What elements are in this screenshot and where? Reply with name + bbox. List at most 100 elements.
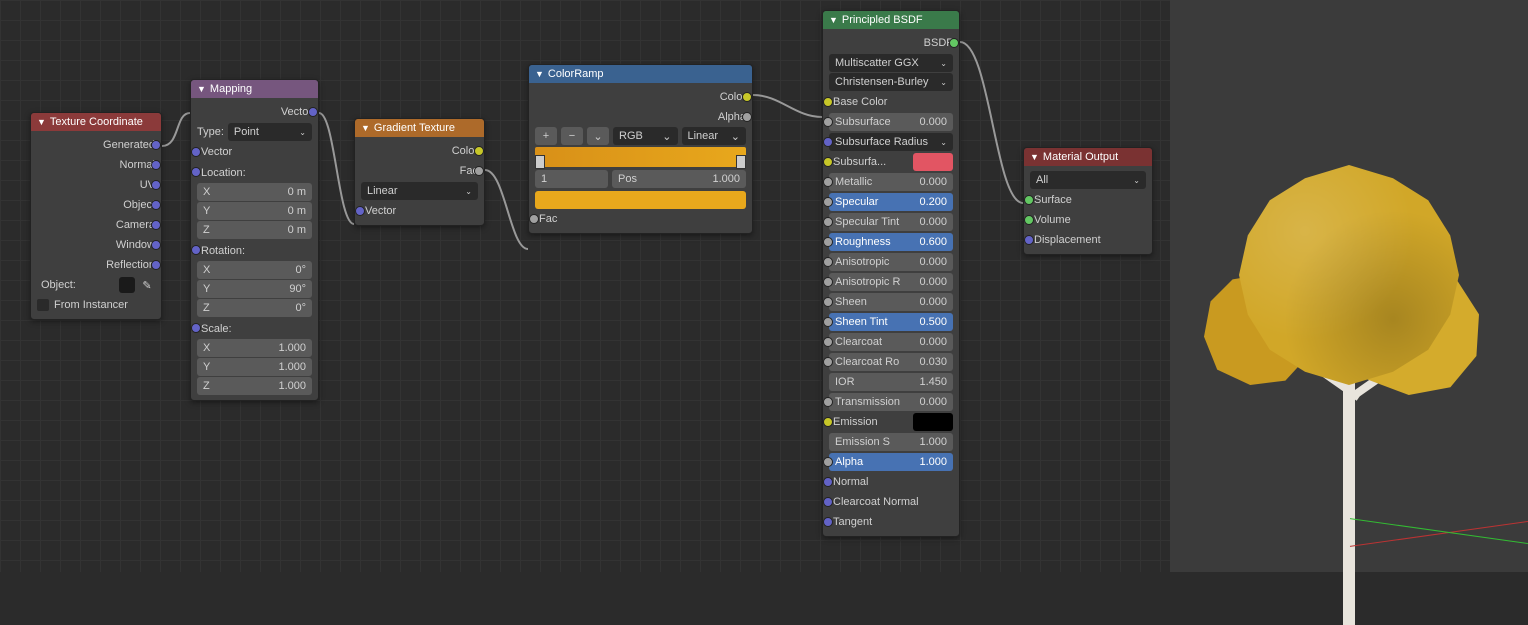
socket-out[interactable] [151, 180, 161, 190]
socket-in[interactable] [1024, 235, 1034, 245]
object-swatch[interactable] [119, 277, 135, 293]
from-instancer-row[interactable]: From Instancer [37, 295, 155, 315]
node-header[interactable]: ▼ Gradient Texture [355, 119, 484, 137]
socket-out[interactable] [949, 38, 959, 48]
socket-in[interactable] [823, 477, 833, 487]
socket-out[interactable] [151, 160, 161, 170]
sss-method-dropdown[interactable]: Christensen-Burley⌄ [829, 73, 953, 91]
socket-in[interactable] [823, 137, 833, 147]
stop-menu-button[interactable]: ⌄ [587, 127, 609, 145]
socket-out[interactable] [151, 220, 161, 230]
socket-in[interactable] [823, 457, 833, 467]
param-field[interactable]: Anisotropic R0.000 [829, 273, 953, 291]
socket-in[interactable] [823, 257, 833, 267]
socket-in[interactable] [823, 217, 833, 227]
socket-in[interactable] [1024, 215, 1034, 225]
eyedropper-icon[interactable]: ✎ [139, 279, 155, 292]
collapse-icon[interactable]: ▼ [1030, 152, 1039, 162]
param-field[interactable]: Sheen Tint0.500 [829, 313, 953, 331]
scale-z-field[interactable]: Z1.000 [197, 377, 312, 395]
node-principled-bsdf[interactable]: ▼ Principled BSDF BSDF Multiscatter GGX⌄… [822, 10, 960, 537]
param-field[interactable]: Clearcoat0.000 [829, 333, 953, 351]
socket-out[interactable] [474, 166, 484, 176]
socket-out[interactable] [151, 140, 161, 150]
scale-x-field[interactable]: X1.000 [197, 339, 312, 357]
stop-index-field[interactable]: 1 [535, 170, 608, 188]
gradient-mode-dropdown[interactable]: Linear⌄ [361, 182, 478, 200]
collapse-icon[interactable]: ▼ [829, 15, 838, 25]
socket-in[interactable] [823, 497, 833, 507]
socket-in[interactable] [1024, 195, 1034, 205]
remove-stop-button[interactable]: − [561, 127, 583, 145]
loc-y-field[interactable]: Y0 m [197, 202, 312, 220]
node-header[interactable]: ▼ Texture Coordinate [31, 113, 161, 131]
param-field[interactable]: Subsurface0.000 [829, 113, 953, 131]
param-field[interactable]: Alpha1.000 [829, 453, 953, 471]
param-field[interactable]: Specular Tint0.000 [829, 213, 953, 231]
rot-z-field[interactable]: Z0° [197, 299, 312, 317]
loc-z-field[interactable]: Z0 m [197, 221, 312, 239]
distribution-dropdown[interactable]: Multiscatter GGX⌄ [829, 54, 953, 72]
socket-in[interactable] [823, 237, 833, 247]
node-material-output[interactable]: ▼ Material Output All⌄ Surface Volume Di… [1023, 147, 1153, 255]
node-texture-coordinate[interactable]: ▼ Texture Coordinate Generated Normal UV… [30, 112, 162, 320]
collapse-icon[interactable]: ▼ [361, 123, 370, 133]
stop-pos-field[interactable]: Pos1.000 [612, 170, 746, 188]
param-swatch[interactable] [913, 413, 953, 431]
socket-out[interactable] [474, 146, 484, 156]
param-field[interactable]: Roughness0.600 [829, 233, 953, 251]
node-gradient-texture[interactable]: ▼ Gradient Texture Color Fac Linear⌄ Vec… [354, 118, 485, 226]
socket-in[interactable] [355, 206, 365, 216]
param-field[interactable]: Clearcoat Ro0.030 [829, 353, 953, 371]
socket-in[interactable] [823, 277, 833, 287]
viewport-3d[interactable] [1170, 0, 1528, 572]
param-field[interactable]: Transmission0.000 [829, 393, 953, 411]
socket-in[interactable] [823, 197, 833, 207]
collapse-icon[interactable]: ▼ [37, 117, 46, 127]
node-colorramp[interactable]: ▼ ColorRamp Color Alpha + − ⌄ RGB⌄ Linea… [528, 64, 753, 234]
socket-in[interactable] [191, 323, 201, 333]
socket-in[interactable] [823, 157, 833, 167]
checkbox[interactable] [37, 299, 49, 311]
socket-out[interactable] [151, 200, 161, 210]
socket-in[interactable] [823, 97, 833, 107]
socket-in[interactable] [191, 167, 201, 177]
rot-y-field[interactable]: Y90° [197, 280, 312, 298]
node-header[interactable]: ▼ ColorRamp [529, 65, 752, 83]
collapse-icon[interactable]: ▼ [197, 84, 206, 94]
node-mapping[interactable]: ▼ Mapping Vector Type: Point⌄ Vector Loc… [190, 79, 319, 401]
node-header[interactable]: ▼ Material Output [1024, 148, 1152, 166]
socket-out[interactable] [308, 107, 318, 117]
collapse-icon[interactable]: ▼ [535, 69, 544, 79]
loc-x-field[interactable]: X0 m [197, 183, 312, 201]
type-dropdown[interactable]: Point⌄ [228, 123, 312, 141]
node-header[interactable]: ▼ Mapping [191, 80, 318, 98]
param-field[interactable]: Metallic0.000 [829, 173, 953, 191]
param-field[interactable]: Sheen0.000 [829, 293, 953, 311]
socket-in[interactable] [823, 357, 833, 367]
socket-in[interactable] [823, 517, 833, 527]
colorramp-gradient[interactable] [535, 147, 746, 167]
param-field[interactable]: Emission S1.000 [829, 433, 953, 451]
socket-out[interactable] [742, 92, 752, 102]
add-stop-button[interactable]: + [535, 127, 557, 145]
socket-in[interactable] [823, 397, 833, 407]
param-field[interactable]: Anisotropic0.000 [829, 253, 953, 271]
socket-in[interactable] [823, 117, 833, 127]
interp-mode-b[interactable]: Linear⌄ [682, 127, 747, 145]
socket-in[interactable] [823, 297, 833, 307]
target-dropdown[interactable]: All⌄ [1030, 171, 1146, 189]
socket-in[interactable] [823, 417, 833, 427]
socket-out[interactable] [151, 260, 161, 270]
socket-in[interactable] [823, 317, 833, 327]
node-header[interactable]: ▼ Principled BSDF [823, 11, 959, 29]
socket-in[interactable] [191, 147, 201, 157]
color-stop[interactable] [736, 155, 746, 169]
socket-in[interactable] [823, 337, 833, 347]
socket-in[interactable] [529, 214, 539, 224]
node-editor[interactable]: ▼ Texture Coordinate Generated Normal UV… [0, 0, 1170, 572]
socket-out[interactable] [742, 112, 752, 122]
interp-mode-a[interactable]: RGB⌄ [613, 127, 678, 145]
param-swatch[interactable] [913, 153, 953, 171]
param-field[interactable]: IOR1.450 [829, 373, 953, 391]
